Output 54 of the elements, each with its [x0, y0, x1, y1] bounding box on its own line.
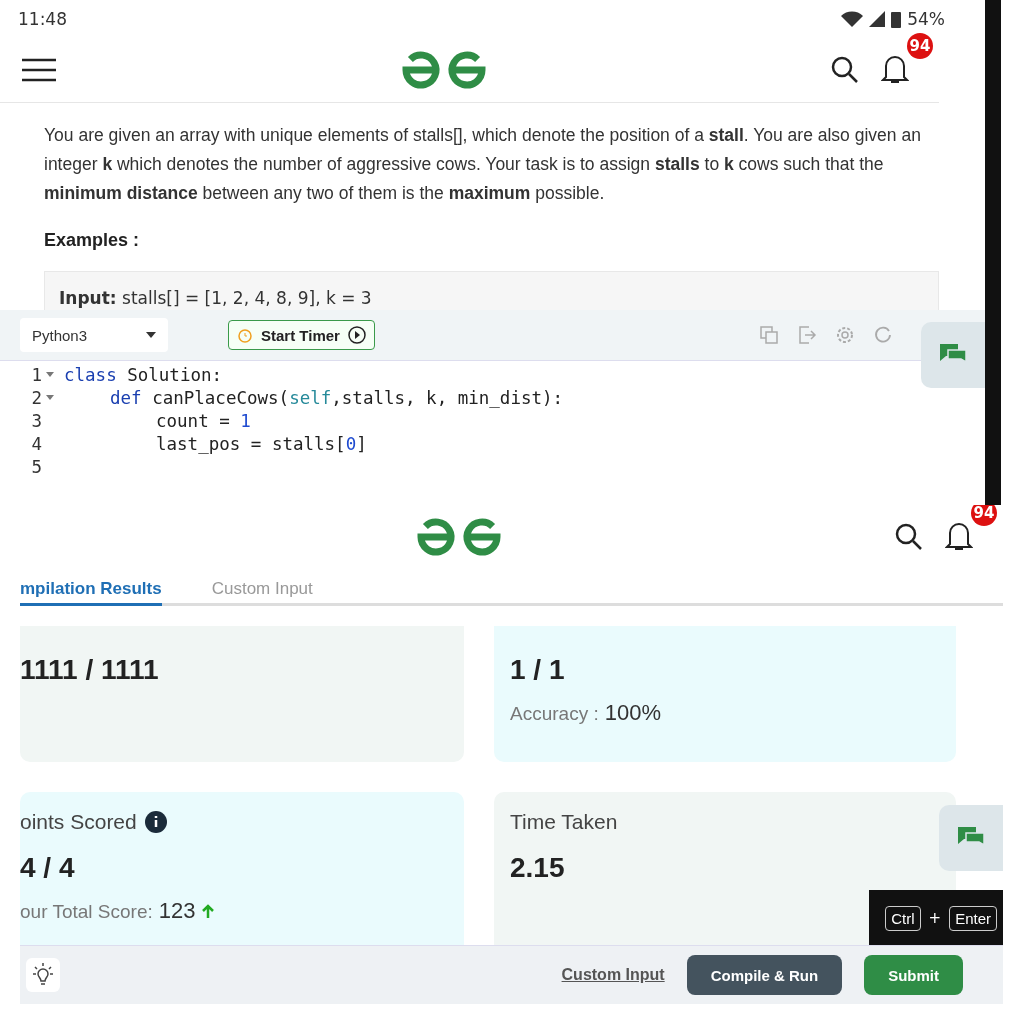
- detail-label: our Total Score:: [20, 901, 153, 923]
- notification-badge: 94: [971, 505, 997, 526]
- example-input-text: Input: stalls[] = [1, 2, 4, 8, 9], k = 3: [59, 288, 373, 308]
- tab[interactable]: mpilation Results: [20, 579, 162, 606]
- logo-icon[interactable]: [416, 516, 501, 558]
- notification-badge: 94: [907, 33, 933, 59]
- alarm-icon: [237, 327, 253, 343]
- signal-icon: [869, 11, 886, 27]
- line-number: 1: [0, 364, 56, 385]
- chat-button[interactable]: [921, 322, 985, 388]
- custom-input-link[interactable]: Custom Input: [561, 966, 665, 984]
- chat-button[interactable]: [939, 805, 1003, 871]
- line-number: 2: [0, 387, 56, 408]
- card-value: 4 / 4: [20, 852, 76, 884]
- search-icon[interactable]: [895, 523, 923, 551]
- info-icon[interactable]: [144, 811, 167, 833]
- submit-button[interactable]: Submit: [864, 955, 963, 995]
- detail-value: 100%: [604, 700, 661, 726]
- line-number: 3: [30, 410, 43, 431]
- detail-label: Accuracy :: [510, 703, 599, 725]
- card-value: 1 / 1: [510, 654, 566, 686]
- problem-statement: You are given an array with unique elements of stalls[], which denote the position of a stall. You are also given an integer k which denotes the number of aggressive cows. Your task is to assign stalls to k cows such that the minimum distance between any two of them is the maximum possible.: [44, 124, 922, 205]
- fold-icon[interactable]: [46, 395, 54, 400]
- plus-sign: +: [928, 909, 942, 927]
- search-icon[interactable]: [831, 56, 859, 84]
- language-dropdown[interactable]: Python3: [20, 318, 168, 352]
- menu-icon[interactable]: [22, 58, 56, 82]
- line-number: 5: [30, 456, 43, 477]
- examples-heading: Examples :: [44, 230, 141, 251]
- detail-value: 123: [158, 898, 196, 924]
- key: Enter: [949, 905, 997, 931]
- bell-icon[interactable]: [881, 55, 909, 85]
- hint-button[interactable]: [26, 958, 60, 992]
- code-line: count = 1: [155, 410, 251, 431]
- battery-level: 54%: [907, 9, 945, 29]
- card-title: Time Taken: [510, 810, 618, 834]
- battery-icon: [891, 10, 902, 28]
- card-value: 1111 / 1111: [20, 654, 160, 686]
- compile-run-button[interactable]: Compile & Run: [686, 955, 843, 995]
- start-timer-button[interactable]: Start Timer: [228, 320, 375, 350]
- code-line: def canPlaceCows(self,stalls, k, min_dist):: [109, 387, 564, 408]
- code-line: last_pos = stalls[0]: [155, 433, 367, 454]
- bell-icon[interactable]: [945, 522, 973, 552]
- code-line: class Solution:: [63, 364, 223, 385]
- play-icon: [347, 326, 366, 344]
- status-time: 11:48: [18, 9, 67, 29]
- line-number: 4: [30, 433, 43, 454]
- card-title: oints Scored: [20, 810, 137, 834]
- card-value: 2.15: [510, 852, 566, 884]
- fold-icon[interactable]: [46, 372, 54, 377]
- caret-icon: [146, 332, 156, 338]
- wifi-icon: [841, 11, 864, 27]
- logo-icon[interactable]: [401, 49, 486, 91]
- key: Ctrl: [885, 905, 921, 931]
